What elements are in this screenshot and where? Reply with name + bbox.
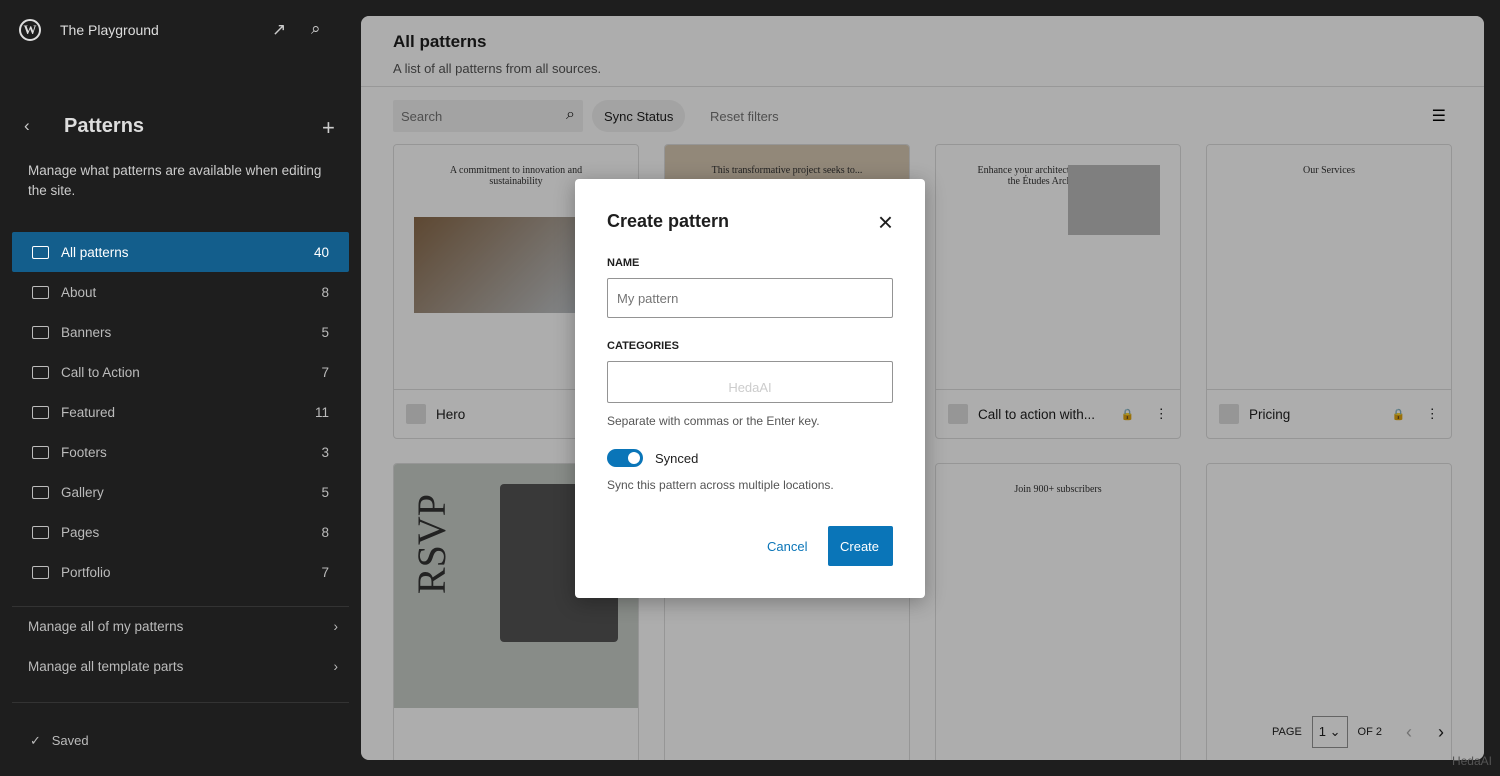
folder-icon bbox=[32, 245, 49, 259]
save-status-label: Saved bbox=[51, 733, 89, 748]
sidebar-item-label: All patterns bbox=[61, 244, 129, 260]
sidebar-item-label: Footers bbox=[61, 444, 107, 460]
sidebar-item-label: About bbox=[61, 284, 97, 300]
sidebar-item-gallery[interactable]: Gallery 5 bbox=[12, 472, 349, 512]
manage-patterns-label: Manage all of my patterns bbox=[28, 619, 184, 634]
divider bbox=[12, 606, 349, 607]
sidebar-item-about[interactable]: About 8 bbox=[12, 272, 349, 312]
sidebar-title: Patterns bbox=[64, 115, 145, 137]
sidebar-item-count: 5 bbox=[321, 324, 329, 340]
chevron-right-icon: › bbox=[333, 659, 339, 674]
sidebar-item-count: 7 bbox=[321, 364, 329, 380]
sidebar-item-featured[interactable]: Featured 11 bbox=[12, 392, 349, 432]
add-pattern-icon[interactable]: + bbox=[322, 115, 335, 141]
dialog-title: Create pattern bbox=[607, 211, 730, 231]
sidebar-item-label: Featured bbox=[61, 404, 116, 420]
wordpress-logo-icon[interactable]: W bbox=[19, 19, 41, 41]
folder-icon bbox=[32, 405, 49, 419]
sidebar-item-label: Portfolio bbox=[61, 564, 111, 580]
sidebar-item-count: 40 bbox=[313, 244, 329, 260]
sidebar-item-count: 11 bbox=[314, 404, 329, 420]
save-status: ✓ Saved bbox=[30, 733, 89, 749]
synced-help: Sync this pattern across multiple locati… bbox=[607, 478, 834, 492]
divider bbox=[12, 702, 349, 703]
folder-icon bbox=[32, 565, 49, 579]
close-icon[interactable]: × bbox=[878, 209, 893, 235]
sidebar-item-label: Banners bbox=[61, 324, 112, 340]
create-pattern-dialog: Create pattern × NAME My pattern CATEGOR… bbox=[575, 179, 925, 598]
categories-input[interactable]: HedaAI bbox=[607, 361, 893, 403]
name-input[interactable]: My pattern bbox=[607, 278, 893, 318]
back-chevron-icon[interactable]: ‹ bbox=[24, 116, 30, 136]
sidebar-item-count: 5 bbox=[321, 484, 329, 500]
sidebar-item-portfolio[interactable]: Portfolio 7 bbox=[12, 552, 349, 592]
site-title[interactable]: The Playground bbox=[60, 22, 159, 38]
sidebar-item-call-to-action[interactable]: Call to Action 7 bbox=[12, 352, 349, 392]
sidebar-item-count: 8 bbox=[321, 524, 329, 540]
create-button[interactable]: Create bbox=[828, 526, 893, 566]
sidebar: W The Playground ↗ ⌕ ‹ Patterns + Manage… bbox=[0, 0, 360, 776]
folder-icon bbox=[32, 325, 49, 339]
folder-icon bbox=[32, 285, 49, 299]
categories-label: CATEGORIES bbox=[607, 340, 679, 352]
watermark: HedaAI bbox=[1451, 754, 1492, 768]
cancel-button[interactable]: Cancel bbox=[755, 526, 819, 566]
sidebar-item-label: Gallery bbox=[61, 484, 104, 500]
categories-help: Separate with commas or the Enter key. bbox=[607, 414, 820, 428]
sidebar-item-label: Pages bbox=[61, 524, 100, 540]
sidebar-description: Manage what patterns are available when … bbox=[28, 163, 322, 198]
category-nav: All patterns 40 About 8 Banners 5 Call to Acti… bbox=[12, 232, 349, 592]
sidebar-item-count: 7 bbox=[321, 564, 329, 580]
search-icon[interactable]: ⌕ bbox=[311, 19, 321, 39]
folder-icon bbox=[32, 445, 49, 459]
folder-icon bbox=[32, 525, 49, 539]
chevron-right-icon: › bbox=[333, 619, 339, 634]
synced-toggle[interactable] bbox=[607, 449, 643, 467]
check-icon: ✓ bbox=[30, 733, 41, 748]
sidebar-item-pages[interactable]: Pages 8 bbox=[12, 512, 349, 552]
manage-template-parts-link[interactable]: Manage all template parts › bbox=[28, 659, 338, 674]
folder-icon bbox=[32, 485, 49, 499]
sidebar-item-count: 3 bbox=[321, 444, 329, 460]
synced-label: Synced bbox=[655, 451, 699, 466]
sidebar-item-all-patterns[interactable]: All patterns 40 bbox=[12, 232, 349, 272]
folder-icon bbox=[32, 365, 49, 379]
manage-parts-label: Manage all template parts bbox=[28, 659, 184, 674]
name-label: NAME bbox=[607, 257, 640, 269]
sidebar-item-footers[interactable]: Footers 3 bbox=[12, 432, 349, 472]
external-link-icon[interactable]: ↗ bbox=[272, 20, 286, 40]
manage-patterns-link[interactable]: Manage all of my patterns › bbox=[28, 619, 338, 634]
sidebar-item-label: Call to Action bbox=[61, 364, 140, 380]
sidebar-item-count: 8 bbox=[321, 284, 329, 300]
sidebar-item-banners[interactable]: Banners 5 bbox=[12, 312, 349, 352]
